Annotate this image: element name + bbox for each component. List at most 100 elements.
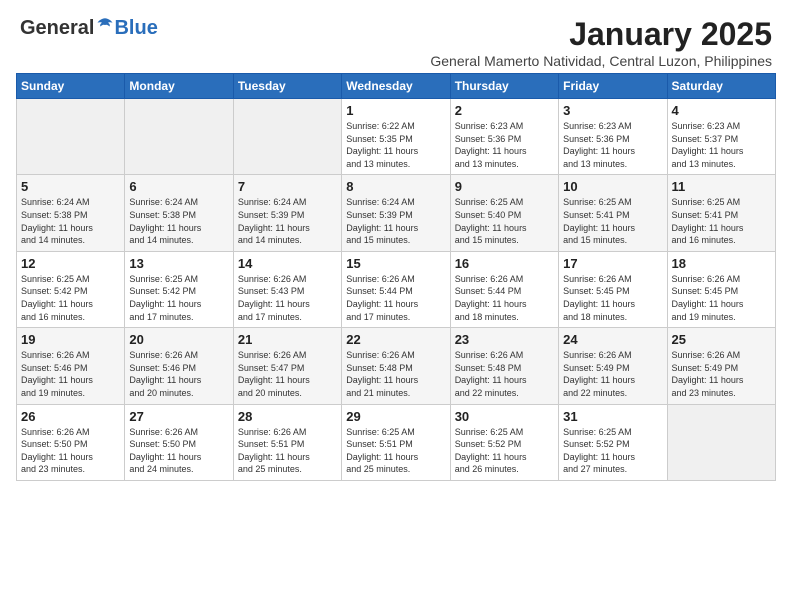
day-info: Sunrise: 6:26 AM Sunset: 5:44 PM Dayligh… <box>455 273 554 323</box>
calendar-day-cell: 2Sunrise: 6:23 AM Sunset: 5:36 PM Daylig… <box>450 99 558 175</box>
day-number: 29 <box>346 409 445 424</box>
day-number: 11 <box>672 179 771 194</box>
calendar-day-cell: 17 Sunrise: 6:26 AM Sunset: 5:45 PM Dayli… <box>559 251 667 327</box>
calendar-day-cell: 14 Sunrise: 6:26 AM Sunset: 5:43 PM Dayli… <box>233 251 341 327</box>
day-info: Sunrise: 6:24 AM Sunset: 5:39 PM Dayligh… <box>346 196 445 246</box>
calendar-day-cell: 30 Sunrise: 6:25 AM Sunset: 5:52 PM Dayli… <box>450 404 558 480</box>
day-number: 12 <box>21 256 120 271</box>
calendar-wrapper: Sunday Monday Tuesday Wednesday Thursday… <box>10 73 782 481</box>
day-info: Sunrise: 6:26 AM Sunset: 5:50 PM Dayligh… <box>129 426 228 476</box>
day-info: Sunrise: 6:25 AM Sunset: 5:51 PM Dayligh… <box>346 426 445 476</box>
day-info: Sunrise: 6:23 AM Sunset: 5:37 PM Dayligh… <box>672 120 771 170</box>
day-info: Sunrise: 6:26 AM Sunset: 5:48 PM Dayligh… <box>455 349 554 399</box>
day-info: Sunrise: 6:26 AM Sunset: 5:50 PM Dayligh… <box>21 426 120 476</box>
calendar-day-cell: 3Sunrise: 6:23 AM Sunset: 5:36 PM Daylig… <box>559 99 667 175</box>
day-info: Sunrise: 6:25 AM Sunset: 5:52 PM Dayligh… <box>455 426 554 476</box>
day-number: 8 <box>346 179 445 194</box>
header-monday: Monday <box>125 74 233 99</box>
calendar-day-cell <box>667 404 775 480</box>
logo-blue-text: Blue <box>114 17 157 40</box>
calendar-day-cell: 27Sunrise: 6:26 AM Sunset: 5:50 PM Dayli… <box>125 404 233 480</box>
page-header: General Blue January 2025 General Mamert… <box>10 10 782 69</box>
day-number: 6 <box>129 179 228 194</box>
day-info: Sunrise: 6:25 AM Sunset: 5:41 PM Dayligh… <box>563 196 662 246</box>
calendar-week-row: 19Sunrise: 6:26 AM Sunset: 5:46 PM Dayli… <box>17 328 776 404</box>
day-info: Sunrise: 6:23 AM Sunset: 5:36 PM Dayligh… <box>455 120 554 170</box>
header-thursday: Thursday <box>450 74 558 99</box>
day-number: 28 <box>238 409 337 424</box>
calendar-day-cell: 1Sunrise: 6:22 AM Sunset: 5:35 PM Daylig… <box>342 99 450 175</box>
calendar-day-cell: 24Sunrise: 6:26 AM Sunset: 5:49 PM Dayli… <box>559 328 667 404</box>
header-tuesday: Tuesday <box>233 74 341 99</box>
calendar-day-cell: 31Sunrise: 6:25 AM Sunset: 5:52 PM Dayli… <box>559 404 667 480</box>
day-number: 23 <box>455 332 554 347</box>
calendar-day-cell: 16 Sunrise: 6:26 AM Sunset: 5:44 PM Dayli… <box>450 251 558 327</box>
day-number: 26 <box>21 409 120 424</box>
day-info: Sunrise: 6:26 AM Sunset: 5:49 PM Dayligh… <box>563 349 662 399</box>
calendar-day-cell: 20 Sunrise: 6:26 AM Sunset: 5:46 PM Dayli… <box>125 328 233 404</box>
day-number: 22 <box>346 332 445 347</box>
day-number: 17 <box>563 256 662 271</box>
day-info: Sunrise: 6:26 AM Sunset: 5:45 PM Dayligh… <box>672 273 771 323</box>
calendar-day-cell: 21Sunrise: 6:26 AM Sunset: 5:47 PM Dayli… <box>233 328 341 404</box>
calendar-body: 1Sunrise: 6:22 AM Sunset: 5:35 PM Daylig… <box>17 99 776 481</box>
day-number: 4 <box>672 103 771 118</box>
day-info: Sunrise: 6:26 AM Sunset: 5:45 PM Dayligh… <box>563 273 662 323</box>
calendar-day-cell: 6 Sunrise: 6:24 AM Sunset: 5:38 PM Daylig… <box>125 175 233 251</box>
calendar-header: Sunday Monday Tuesday Wednesday Thursday… <box>17 74 776 99</box>
calendar-day-cell: 23 Sunrise: 6:26 AM Sunset: 5:48 PM Dayli… <box>450 328 558 404</box>
calendar-table: Sunday Monday Tuesday Wednesday Thursday… <box>16 73 776 481</box>
day-info: Sunrise: 6:24 AM Sunset: 5:38 PM Dayligh… <box>129 196 228 246</box>
month-year-title: January 2025 <box>430 16 772 53</box>
day-number: 13 <box>129 256 228 271</box>
day-number: 14 <box>238 256 337 271</box>
day-info: Sunrise: 6:26 AM Sunset: 5:48 PM Dayligh… <box>346 349 445 399</box>
day-info: Sunrise: 6:26 AM Sunset: 5:46 PM Dayligh… <box>129 349 228 399</box>
day-number: 1 <box>346 103 445 118</box>
header-saturday: Saturday <box>667 74 775 99</box>
day-info: Sunrise: 6:26 AM Sunset: 5:47 PM Dayligh… <box>238 349 337 399</box>
day-number: 30 <box>455 409 554 424</box>
day-info: Sunrise: 6:26 AM Sunset: 5:44 PM Dayligh… <box>346 273 445 323</box>
day-info: Sunrise: 6:24 AM Sunset: 5:39 PM Dayligh… <box>238 196 337 246</box>
day-info: Sunrise: 6:26 AM Sunset: 5:46 PM Dayligh… <box>21 349 120 399</box>
day-number: 31 <box>563 409 662 424</box>
day-info: Sunrise: 6:26 AM Sunset: 5:51 PM Dayligh… <box>238 426 337 476</box>
header-wednesday: Wednesday <box>342 74 450 99</box>
calendar-day-cell: 11 Sunrise: 6:25 AM Sunset: 5:41 PM Dayli… <box>667 175 775 251</box>
location-subtitle: General Mamerto Natividad, Central Luzon… <box>430 53 772 69</box>
day-info: Sunrise: 6:26 AM Sunset: 5:49 PM Dayligh… <box>672 349 771 399</box>
calendar-day-cell: 19Sunrise: 6:26 AM Sunset: 5:46 PM Dayli… <box>17 328 125 404</box>
day-number: 20 <box>129 332 228 347</box>
calendar-day-cell <box>125 99 233 175</box>
calendar-day-cell: 28 Sunrise: 6:26 AM Sunset: 5:51 PM Dayli… <box>233 404 341 480</box>
calendar-day-cell: 4 Sunrise: 6:23 AM Sunset: 5:37 PM Daylig… <box>667 99 775 175</box>
calendar-week-row: 12Sunrise: 6:25 AM Sunset: 5:42 PM Dayli… <box>17 251 776 327</box>
day-info: Sunrise: 6:25 AM Sunset: 5:41 PM Dayligh… <box>672 196 771 246</box>
calendar-day-cell: 10 Sunrise: 6:25 AM Sunset: 5:41 PM Dayli… <box>559 175 667 251</box>
calendar-day-cell: 13Sunrise: 6:25 AM Sunset: 5:42 PM Dayli… <box>125 251 233 327</box>
day-number: 10 <box>563 179 662 194</box>
calendar-day-cell: 15Sunrise: 6:26 AM Sunset: 5:44 PM Dayli… <box>342 251 450 327</box>
day-number: 3 <box>563 103 662 118</box>
day-info: Sunrise: 6:26 AM Sunset: 5:43 PM Dayligh… <box>238 273 337 323</box>
calendar-day-cell: 7 Sunrise: 6:24 AM Sunset: 5:39 PM Daylig… <box>233 175 341 251</box>
day-number: 16 <box>455 256 554 271</box>
day-number: 7 <box>238 179 337 194</box>
day-info: Sunrise: 6:25 AM Sunset: 5:40 PM Dayligh… <box>455 196 554 246</box>
calendar-day-cell: 12Sunrise: 6:25 AM Sunset: 5:42 PM Dayli… <box>17 251 125 327</box>
day-number: 5 <box>21 179 120 194</box>
calendar-week-row: 5 Sunrise: 6:24 AM Sunset: 5:38 PM Daylig… <box>17 175 776 251</box>
calendar-day-cell: 18Sunrise: 6:26 AM Sunset: 5:45 PM Dayli… <box>667 251 775 327</box>
calendar-day-cell <box>17 99 125 175</box>
calendar-day-cell <box>233 99 341 175</box>
title-block: January 2025 General Mamerto Natividad, … <box>430 16 772 69</box>
calendar-day-cell: 5 Sunrise: 6:24 AM Sunset: 5:38 PM Daylig… <box>17 175 125 251</box>
calendar-day-cell: 9Sunrise: 6:25 AM Sunset: 5:40 PM Daylig… <box>450 175 558 251</box>
logo: General Blue <box>20 16 158 40</box>
header-sunday: Sunday <box>17 74 125 99</box>
logo-bird-icon <box>96 16 114 34</box>
logo-general-text: General <box>20 17 94 40</box>
day-info: Sunrise: 6:24 AM Sunset: 5:38 PM Dayligh… <box>21 196 120 246</box>
calendar-day-cell: 25Sunrise: 6:26 AM Sunset: 5:49 PM Dayli… <box>667 328 775 404</box>
